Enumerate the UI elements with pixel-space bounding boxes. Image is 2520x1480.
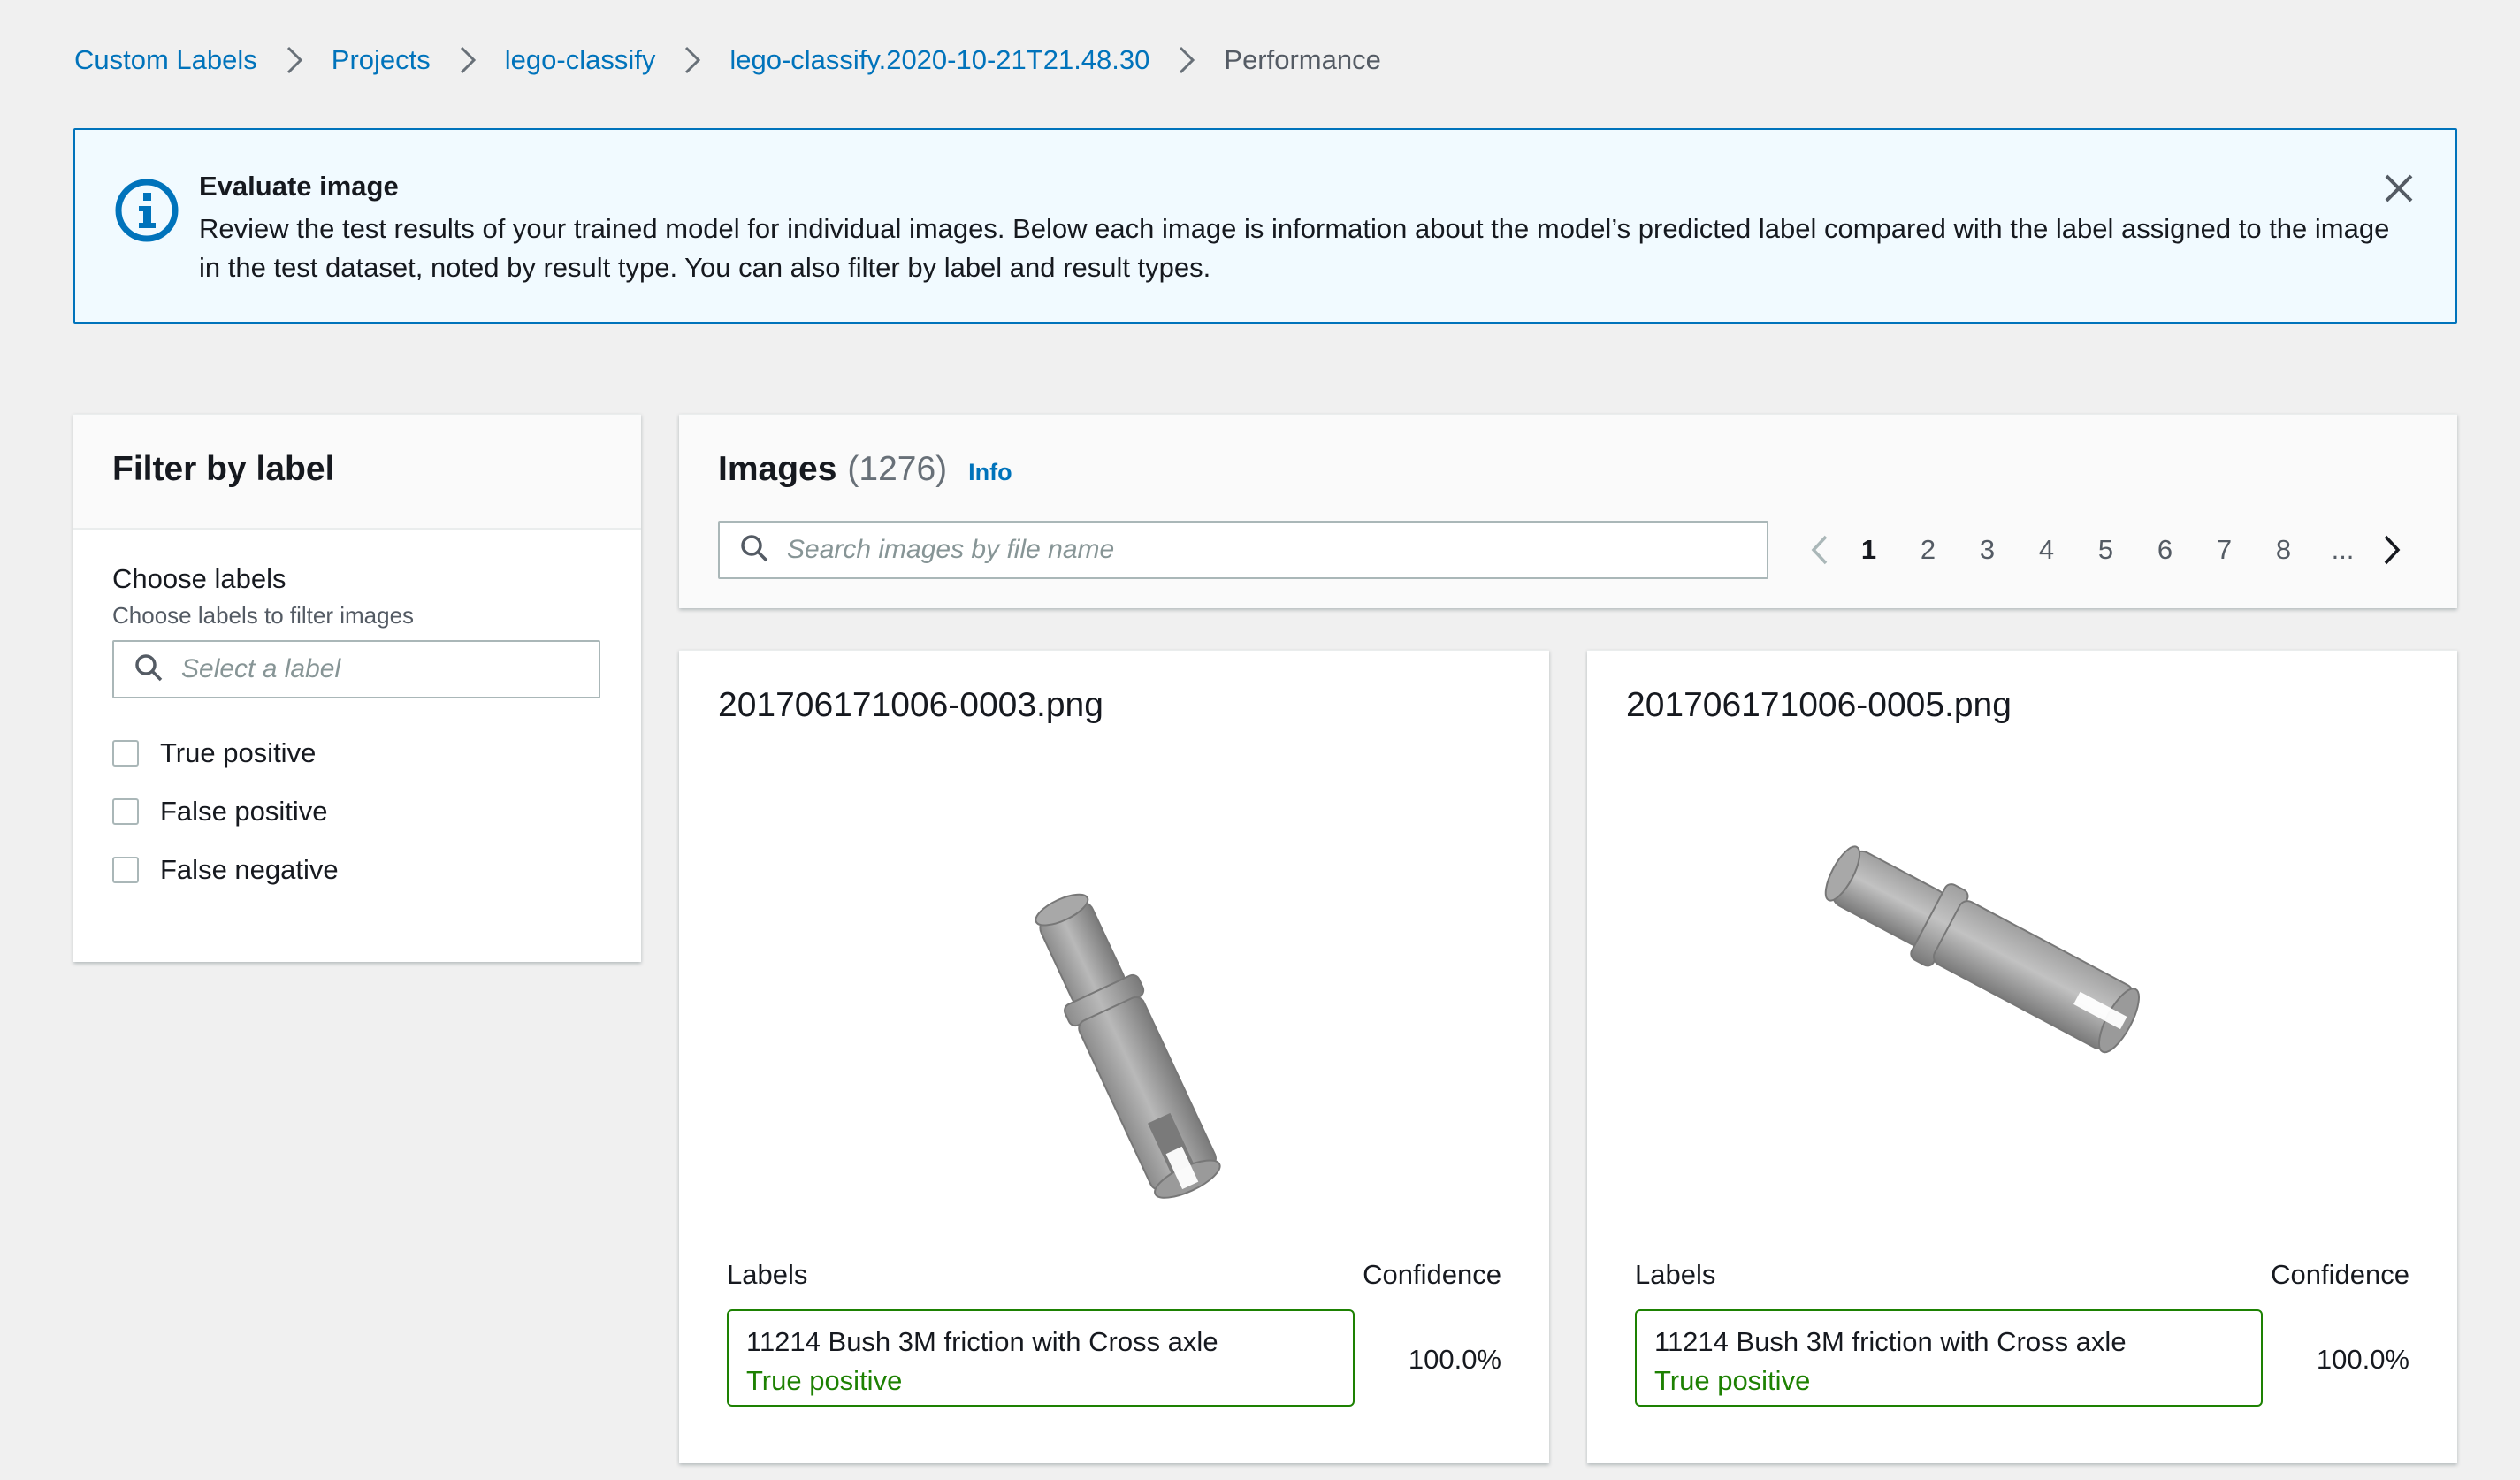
labels-column-header: Labels bbox=[727, 1259, 808, 1290]
page-ellipsis: ... bbox=[2331, 534, 2355, 565]
result-type: True positive bbox=[746, 1365, 903, 1396]
breadcrumb-model-version[interactable]: lego-classify.2020-10-21T21.48.30 bbox=[729, 44, 1149, 76]
breadcrumb-projects[interactable]: Projects bbox=[332, 44, 431, 76]
label-name: 11214 Bush 3M friction with Cross axle bbox=[746, 1326, 1218, 1357]
checkbox-label: False positive bbox=[160, 796, 328, 827]
page-8[interactable]: 8 bbox=[2254, 534, 2313, 566]
page-3[interactable]: 3 bbox=[1958, 534, 2017, 566]
flash-message: Review the test results of your trained … bbox=[199, 213, 2390, 283]
filter-panel-header: Filter by label bbox=[73, 415, 641, 530]
filter-title: Filter by label bbox=[112, 450, 335, 488]
info-icon bbox=[114, 178, 179, 243]
images-title: Images bbox=[718, 450, 837, 488]
label-select-placeholder: Select a label bbox=[181, 654, 341, 683]
confidence-column-header: Confidence bbox=[2271, 1259, 2409, 1290]
checkbox-false-negative[interactable]: False negative bbox=[112, 852, 602, 888]
lego-part-image bbox=[1824, 845, 2140, 1054]
label-name: 11214 Bush 3M friction with Cross axle bbox=[1654, 1326, 2127, 1357]
page-4[interactable]: 4 bbox=[2017, 534, 2076, 566]
checkbox-true-positive[interactable]: True positive bbox=[112, 736, 602, 771]
breadcrumb-current: Performance bbox=[1224, 44, 1381, 75]
label-select[interactable]: Select a label bbox=[112, 640, 600, 698]
next-page-icon[interactable] bbox=[2372, 521, 2411, 579]
checkbox-false-positive[interactable]: False positive bbox=[112, 794, 602, 829]
flash-title: Evaluate image bbox=[199, 171, 399, 202]
breadcrumb-project[interactable]: lego-classify bbox=[505, 44, 656, 76]
chevron-right-icon bbox=[459, 45, 477, 75]
image-search[interactable] bbox=[718, 521, 1768, 579]
checkbox-label: True positive bbox=[160, 737, 317, 768]
label-result-box: 11214 Bush 3M friction with Cross axle T… bbox=[727, 1309, 1355, 1407]
choose-labels-description: Choose labels to filter images bbox=[112, 602, 415, 629]
images-count: (1276) bbox=[847, 450, 948, 488]
search-icon bbox=[134, 652, 181, 687]
page-5[interactable]: 5 bbox=[2076, 534, 2135, 566]
image-filename[interactable]: 201706171006-0003.png bbox=[718, 686, 1103, 725]
page-7[interactable]: 7 bbox=[2195, 534, 2254, 566]
images-header-panel: Images (1276) Info 1 2 3 4 5 6 7 8 ... bbox=[679, 414, 2457, 608]
chevron-right-icon bbox=[683, 45, 701, 75]
choose-labels-label: Choose labels bbox=[112, 563, 286, 594]
info-link[interactable]: Info bbox=[968, 459, 1012, 486]
labels-column-header: Labels bbox=[1635, 1259, 1716, 1290]
page-1[interactable]: 1 bbox=[1839, 534, 1898, 566]
lego-part-image bbox=[1035, 893, 1221, 1199]
confidence-value: 100.0% bbox=[1408, 1344, 1501, 1375]
result-type-checkboxes: True positive False positive False negat… bbox=[112, 736, 602, 888]
checkbox-box[interactable] bbox=[112, 740, 139, 767]
breadcrumb-custom-labels[interactable]: Custom Labels bbox=[74, 44, 257, 76]
checkbox-box[interactable] bbox=[112, 857, 139, 883]
result-type: True positive bbox=[1654, 1365, 1811, 1396]
filter-panel: Filter by label Choose labels Choose lab… bbox=[73, 414, 641, 962]
breadcrumb: Custom Labels Projects lego-classify leg… bbox=[74, 39, 1381, 81]
close-icon[interactable] bbox=[2381, 171, 2417, 206]
label-result-box: 11214 Bush 3M friction with Cross axle T… bbox=[1635, 1309, 2263, 1407]
chevron-right-icon bbox=[1178, 45, 1195, 75]
page-2[interactable]: 2 bbox=[1898, 534, 1958, 566]
image-card: 201706171006-0005.png Labels Confidence … bbox=[1587, 650, 2457, 1463]
confidence-column-header: Confidence bbox=[1363, 1259, 1501, 1290]
info-flashbar: Evaluate image Review the test results o… bbox=[73, 128, 2457, 324]
confidence-value: 100.0% bbox=[2316, 1344, 2409, 1375]
search-icon bbox=[739, 533, 787, 568]
image-filename[interactable]: 201706171006-0005.png bbox=[1626, 686, 2012, 725]
page-6[interactable]: 6 bbox=[2135, 534, 2195, 566]
image-card: 201706171006-0003.png Labels Confidence … bbox=[679, 650, 1549, 1463]
pagination: 1 2 3 4 5 6 7 8 ... bbox=[1800, 521, 2411, 579]
checkbox-label: False negative bbox=[160, 854, 339, 885]
checkbox-box[interactable] bbox=[112, 798, 139, 825]
search-input[interactable] bbox=[787, 535, 1760, 565]
previous-page-icon[interactable] bbox=[1800, 521, 1839, 579]
chevron-right-icon bbox=[286, 45, 303, 75]
